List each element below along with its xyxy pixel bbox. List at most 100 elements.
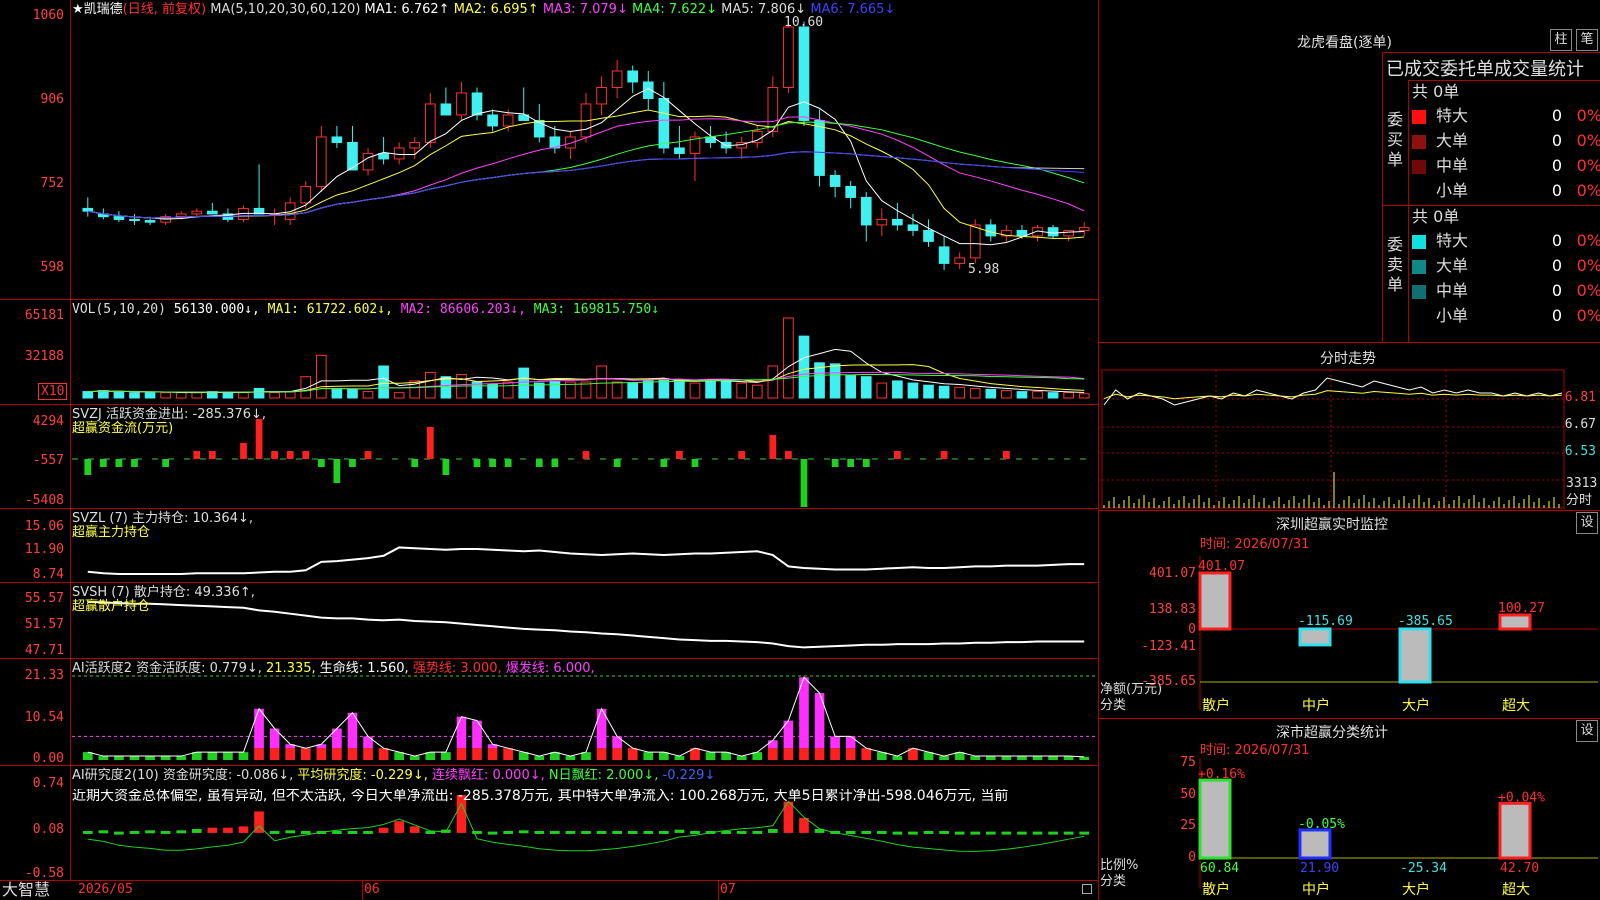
stock-name[interactable]: ★凯瑞德 bbox=[72, 2, 123, 17]
price-tick: 1060 bbox=[32, 8, 64, 23]
buy-total: 共 0单 bbox=[1412, 82, 1460, 101]
ai-research-bar bbox=[145, 830, 155, 834]
ai-active-bar bbox=[970, 756, 981, 760]
ai-research-bar bbox=[985, 831, 996, 835]
sz-class-tick: 50 bbox=[1180, 787, 1196, 802]
buy-row-name: 大单 bbox=[1436, 131, 1469, 150]
ai-research-bar bbox=[238, 826, 249, 833]
svzl-tick: 15.06 bbox=[24, 519, 64, 534]
volume-bar bbox=[751, 384, 763, 399]
ai-active-bar bbox=[285, 748, 296, 760]
ai-active-bar bbox=[129, 756, 140, 760]
candle-body bbox=[393, 147, 405, 160]
ai-research-bar bbox=[627, 830, 638, 834]
sz-monitor-xlabel: 分类 bbox=[1100, 698, 1127, 713]
candle-body bbox=[300, 185, 312, 204]
volume-bar bbox=[315, 354, 327, 399]
buy-row: 特大 0 0% bbox=[1412, 104, 1600, 128]
sz-class-tick: 25 bbox=[1180, 818, 1196, 833]
buy-label: 委买单 bbox=[1387, 110, 1404, 169]
ai-research-bar bbox=[861, 830, 872, 834]
svzj-bar bbox=[676, 451, 683, 459]
sz-class-time: 时间: 2026/07/31 bbox=[1200, 743, 1310, 758]
buy-row-percent: 0% bbox=[1576, 181, 1600, 200]
sell-row-percent: 0% bbox=[1576, 281, 1600, 300]
sz-monitor-ylabel: 净额(万元) bbox=[1100, 682, 1163, 697]
candle-body bbox=[876, 218, 888, 226]
ai-research-bar bbox=[596, 830, 607, 834]
ai-research-bar bbox=[752, 830, 763, 834]
ai-research-nred: N日飘红: 2.000↓, bbox=[548, 768, 659, 783]
candle-body bbox=[471, 92, 483, 116]
svsh-tick: 47.71 bbox=[24, 643, 64, 658]
sell-row-name: 小单 bbox=[1436, 306, 1469, 325]
volume-bar bbox=[144, 392, 156, 399]
volume-bar bbox=[549, 380, 561, 399]
candle-body bbox=[487, 114, 498, 127]
candle-body bbox=[969, 224, 981, 259]
ai-research-bar bbox=[876, 830, 887, 834]
svzj-bar bbox=[660, 459, 668, 467]
price-tick: 752 bbox=[40, 176, 64, 191]
volume-bar bbox=[502, 381, 514, 399]
date-tick: 06 bbox=[364, 882, 380, 897]
ai-active-bar bbox=[487, 748, 498, 760]
ai-active-bar-top bbox=[363, 736, 373, 749]
svzj-bar bbox=[738, 451, 746, 459]
date-tick: 2026/05 bbox=[78, 882, 133, 897]
ai-research-bar bbox=[690, 830, 700, 834]
right-divider bbox=[1382, 52, 1600, 53]
candle-body bbox=[315, 136, 327, 187]
right-divider bbox=[1099, 342, 1600, 343]
sell-row-name: 特大 bbox=[1436, 231, 1469, 250]
ai-active-bar bbox=[472, 748, 482, 760]
buy-row: 大单 0 0% bbox=[1412, 129, 1600, 153]
ai-research-bar bbox=[581, 830, 591, 834]
candle-body bbox=[378, 152, 389, 160]
vol-panel-header: VOL(5,10,20) 56130.000↓, MA1: 61722.602↓… bbox=[72, 302, 659, 317]
tick-mode-button[interactable]: 笔 bbox=[1576, 29, 1598, 51]
svzj-bar bbox=[504, 459, 512, 467]
ai-research-bar bbox=[1048, 831, 1058, 835]
candle-body bbox=[440, 103, 452, 116]
svzj-bar bbox=[426, 427, 434, 459]
sz-class-ylabel: 比例% bbox=[1100, 858, 1139, 873]
vol-tick: 32188 bbox=[24, 349, 64, 364]
svzj-title: SVZJ 活跃资金进出: -285.376↓, bbox=[72, 407, 267, 422]
svzj-bar bbox=[489, 459, 496, 467]
sell-total: 共 0单 bbox=[1412, 207, 1460, 226]
svzj-bar bbox=[255, 419, 263, 459]
sz-monitor-settings-button[interactable]: 设 bbox=[1576, 512, 1598, 534]
sell-row-percent: 0% bbox=[1576, 256, 1600, 275]
ai-research-bar bbox=[970, 831, 981, 835]
sz-class-tick: 75 bbox=[1180, 755, 1196, 770]
buy-row-count: 0 bbox=[1551, 106, 1562, 125]
ai-research-bar bbox=[487, 831, 498, 835]
ai-active-bar bbox=[254, 748, 264, 760]
date-tick: 07 bbox=[720, 882, 736, 897]
ai-active-bar bbox=[1079, 756, 1090, 760]
bar-mode-button[interactable]: 柱 bbox=[1550, 29, 1572, 51]
ai-active-bar bbox=[830, 748, 840, 760]
dragon-title: 龙虎看盘(逐单) bbox=[1297, 35, 1392, 51]
sz-monitor-tick: 0 bbox=[1188, 622, 1196, 637]
lock-icon[interactable] bbox=[1082, 884, 1092, 894]
chart-canvas bbox=[72, 16, 1096, 852]
candle-body bbox=[938, 246, 950, 264]
svzj-bar bbox=[333, 459, 341, 483]
candle-body bbox=[658, 97, 670, 149]
stat-title: 已成交委托单成交量统计 bbox=[1386, 59, 1584, 80]
main-chart-area[interactable]: ★凯瑞德(日线, 前复权) MA(5,10,20,30,60,120) MA1:… bbox=[0, 0, 1100, 900]
ma-param: MA(5,10,20,30,60,120) bbox=[210, 2, 361, 17]
volume-bar bbox=[1047, 392, 1059, 399]
volume-bar bbox=[736, 382, 748, 399]
candle-body bbox=[596, 86, 607, 105]
sz-class-settings-button[interactable]: 设 bbox=[1576, 720, 1598, 742]
svsh-tick: 51.57 bbox=[24, 617, 64, 632]
price-low-mark: 5.98 bbox=[968, 262, 1000, 277]
ai-research-bar bbox=[939, 830, 949, 834]
sell-row: 中单 0 0% bbox=[1412, 279, 1600, 303]
ai-active-bar bbox=[674, 756, 685, 760]
volume-bar bbox=[362, 391, 374, 399]
sell-row-name: 中单 bbox=[1436, 281, 1469, 300]
